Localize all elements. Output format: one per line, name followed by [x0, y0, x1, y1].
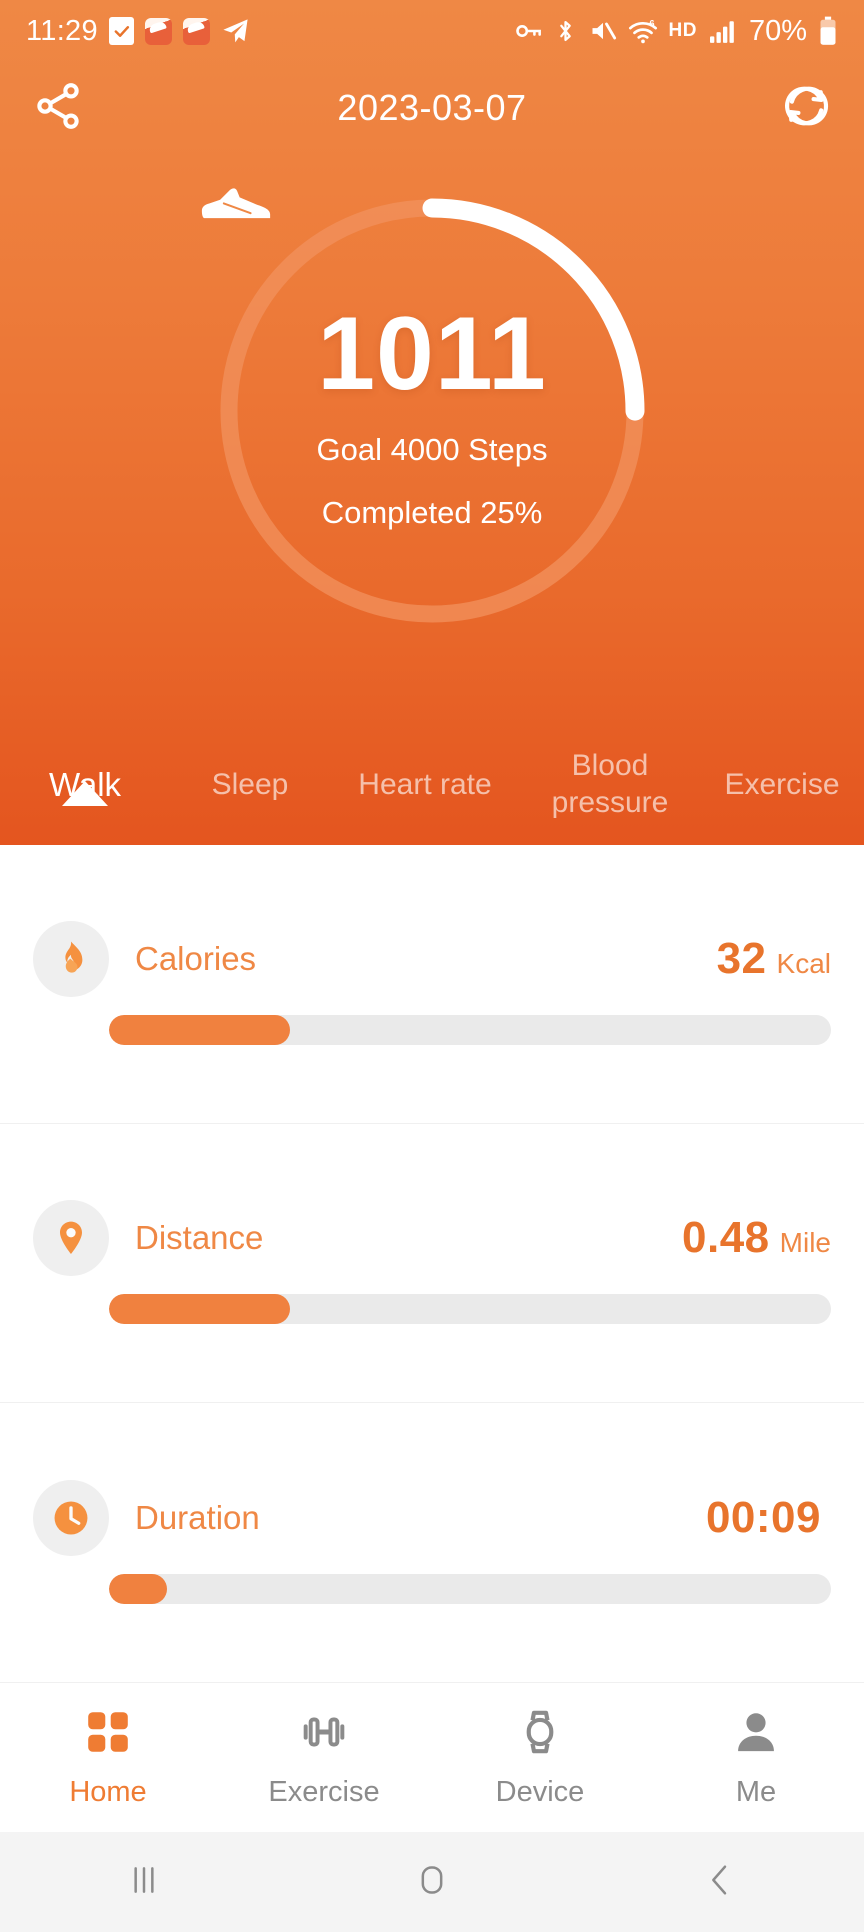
tab-walk[interactable]: Walk [0, 765, 170, 807]
metric-progress-track [109, 1015, 831, 1045]
signal-bars-icon [708, 18, 738, 44]
battery-percent: 70% [748, 14, 807, 47]
metric-value: 0.48 [682, 1213, 770, 1262]
refresh-button[interactable] [774, 76, 838, 140]
grid-icon [83, 1707, 133, 1762]
steps-progress-ring: 1011 Goal 4000 Steps Completed 25% [197, 176, 667, 646]
recents-icon [124, 1860, 164, 1905]
location-pin-icon [33, 1200, 109, 1276]
home-button[interactable] [352, 1832, 512, 1932]
nav-item-exercise[interactable]: Exercise [216, 1707, 432, 1809]
back-icon [700, 1860, 740, 1905]
status-time: 11:29 [26, 14, 98, 47]
bottom-navigation: Home Exercise Device Me [0, 1682, 864, 1832]
app-notification-icon [144, 17, 172, 45]
metric-value: 00:09 [705, 1492, 821, 1542]
hero-panel: 11:29 6 HD 70% 2023-03-07 1011 Goal 4000… [0, 0, 864, 845]
vpn-key-icon [514, 17, 542, 45]
metric-header: Duration 00:09 [33, 1479, 831, 1556]
metric-progress-track [109, 1573, 831, 1604]
bluetooth-icon [553, 17, 578, 45]
nav-item-label: Exercise [268, 1775, 380, 1808]
tab-heart-rate[interactable]: Heart rate [330, 767, 520, 804]
person-icon [731, 1707, 781, 1762]
dumbbell-icon [299, 1707, 349, 1762]
nav-item-me[interactable]: Me [648, 1707, 864, 1809]
clock-icon [33, 1479, 109, 1556]
battery-icon [818, 16, 838, 46]
status-bar: 11:29 6 HD 70% [0, 0, 864, 62]
ring-center: 1011 Goal 4000 Steps Completed 25% [197, 176, 667, 646]
metric-label: Calories [135, 940, 257, 977]
metric-label: Distance [135, 1219, 264, 1256]
steps-count: 1011 [317, 295, 547, 412]
metric-unit: Mile [779, 1227, 831, 1258]
metric-header: Distance 0.48 Mile [33, 1200, 831, 1276]
metric-row-duration[interactable]: Duration 00:09 [0, 1403, 864, 1682]
share-button[interactable] [26, 76, 90, 140]
metric-progress-fill [109, 1015, 290, 1045]
metric-value-group: 0.48 Mile [682, 1213, 831, 1263]
nav-item-device[interactable]: Device [432, 1707, 648, 1809]
metric-progress-fill [109, 1573, 167, 1604]
nav-item-label: Device [495, 1775, 585, 1808]
nav-item-home[interactable]: Home [0, 1707, 216, 1809]
app-notification-icon [182, 17, 210, 45]
recents-button[interactable] [64, 1832, 224, 1932]
hd-icon: HD [668, 20, 697, 41]
metric-row-calories[interactable]: Calories 32 Kcal [0, 845, 864, 1124]
tab-blood-pressure[interactable]: Blood pressure [520, 748, 700, 821]
tab-exercise[interactable]: Exercise [700, 767, 864, 804]
steps-completed: Completed 25% [321, 494, 543, 530]
active-tab-indicator [62, 781, 108, 807]
metric-value-group: 32 Kcal [717, 934, 831, 984]
metric-label: Duration [135, 1498, 260, 1536]
tab-label: Sleep [211, 767, 289, 801]
page-title: 2023-03-07 [337, 87, 527, 128]
metric-value-group: 00:09 [706, 1493, 831, 1543]
status-bar-left: 11:29 [26, 15, 250, 48]
app-screen: 11:29 6 HD 70% 2023-03-07 1011 Goal 4000… [0, 0, 864, 1932]
nav-item-label: Me [735, 1775, 777, 1808]
metric-header: Calories 32 Kcal [33, 921, 831, 997]
steps-goal: Goal 4000 Steps [316, 431, 548, 467]
wifi-icon: 6 [628, 17, 658, 45]
metric-unit: Kcal [776, 948, 831, 979]
status-bar-right: 6 HD 70% [514, 15, 839, 48]
back-button[interactable] [640, 1832, 800, 1932]
tab-sleep[interactable]: Sleep [170, 767, 330, 804]
flame-icon [33, 921, 109, 997]
tab-label: Exercise [724, 767, 840, 801]
svg-text:6: 6 [649, 18, 654, 28]
metrics-list: Calories 32 Kcal Distance 0.48 Mile Dura… [0, 845, 864, 1682]
system-navigation-bar [0, 1832, 864, 1932]
metric-progress-fill [109, 1294, 290, 1324]
smartwatch-icon [515, 1707, 565, 1762]
tab-label: Heart rate [358, 767, 492, 801]
metric-progress-track [109, 1294, 831, 1324]
nav-item-label: Home [69, 1775, 147, 1808]
metric-row-distance[interactable]: Distance 0.48 Mile [0, 1124, 864, 1403]
metric-value: 32 [716, 934, 767, 983]
telegram-send-icon [221, 17, 250, 46]
home-icon [412, 1860, 452, 1905]
category-tabs: Walk Sleep Heart rate Blood pressure Exe… [0, 725, 864, 845]
checkbox-icon [108, 17, 134, 45]
share-icon [32, 80, 84, 137]
tab-label: Blood pressure [551, 749, 669, 819]
app-header: 2023-03-07 [0, 62, 864, 154]
mute-icon [589, 17, 617, 45]
refresh-icon [780, 80, 832, 137]
